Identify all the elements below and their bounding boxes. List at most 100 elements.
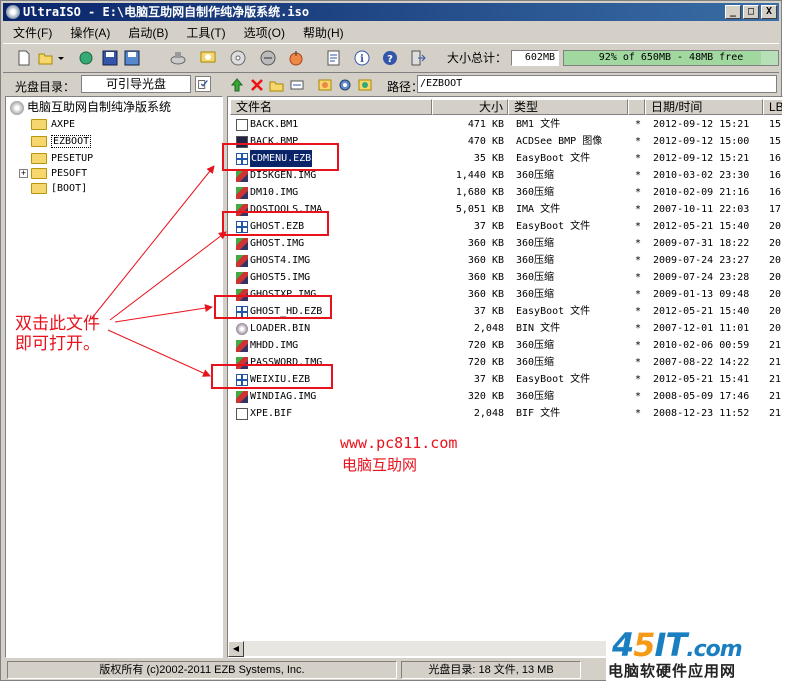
refresh-icon[interactable]	[357, 77, 373, 93]
file-flag: *	[635, 238, 642, 249]
file-name: GHOST.IMG	[250, 238, 305, 249]
watermark-url: www.pc811.com	[340, 434, 458, 452]
file-flag: *	[635, 340, 642, 351]
file-name: WINDIAG.IMG	[250, 391, 317, 402]
tree-item-axpe[interactable]: AXPE	[31, 117, 75, 133]
column-header-name[interactable]: 文件名	[230, 99, 432, 115]
menu-help[interactable]: 帮助(H)	[293, 22, 352, 40]
svg-text:i: i	[360, 54, 364, 65]
close-button[interactable]: X	[761, 5, 777, 19]
scroll-left-icon[interactable]: ◀	[228, 641, 244, 657]
file-row[interactable]: BACK.BM1 471 KB BM1 文件 * 2012-09-12 15:21 15	[230, 116, 782, 133]
file-row[interactable]: MHDD.IMG 720 KB 360压缩 * 2010-02-06 00:59 21	[230, 337, 782, 354]
file-date: 2012-05-21 15:40	[653, 306, 750, 317]
title-bar[interactable]: UltraISO - E:\电脑互助网自制作纯净版系统.iso _ □ X	[3, 3, 779, 21]
cd-icon	[10, 100, 24, 115]
file-date: 2009-01-13 09:48	[653, 289, 750, 300]
column-header-date[interactable]: 日期/时间	[645, 99, 763, 115]
capacity-bar: 92% of 650MB - 48MB free	[563, 50, 779, 66]
file-row[interactable]: WINDIAG.IMG 320 KB 360压缩 * 2008-05-09 17:46 2…	[230, 388, 782, 405]
up-folder-icon[interactable]	[229, 77, 245, 93]
info-icon[interactable]: i	[353, 49, 371, 67]
window-title: UltraISO - E:\电脑互助网自制作纯净版系统.iso	[23, 5, 310, 19]
file-name: GHOST5.IMG	[250, 272, 311, 283]
tree-root[interactable]: 电脑互助网自制纯净版系统	[10, 99, 171, 115]
file-lba: 16	[769, 153, 782, 164]
file-row[interactable]: GHOST.IMG 360 KB 360压缩 * 2009-07-31 18:22 20	[230, 235, 782, 252]
menu-tools[interactable]: 工具(T)	[176, 22, 233, 40]
file-row[interactable]: XPE.BIF 2,048 BIF 文件 * 2008-12-23 11:52 21	[230, 405, 782, 422]
minimize-button[interactable]: _	[725, 5, 741, 19]
tree-item-label: [BOOT]	[51, 183, 88, 194]
img-file-icon	[236, 170, 248, 182]
column-header-size[interactable]: 大小	[432, 99, 508, 115]
maximize-button[interactable]: □	[743, 5, 759, 19]
column-header-type[interactable]: 类型	[508, 99, 628, 115]
compress-icon[interactable]	[287, 49, 305, 67]
file-flag: *	[635, 221, 642, 232]
column-header-flag[interactable]	[628, 99, 645, 115]
settings-icon[interactable]	[337, 77, 353, 93]
file-date: 2012-05-21 15:41	[653, 374, 750, 385]
save-icon[interactable]	[101, 49, 119, 67]
add-files-icon[interactable]	[317, 77, 333, 93]
properties-icon[interactable]	[325, 49, 343, 67]
file-flag: *	[635, 289, 642, 300]
menu-actions[interactable]: 操作(A)	[60, 22, 118, 40]
tree-item-ezboot[interactable]: EZBOOT	[31, 134, 92, 150]
file-flag: *	[635, 170, 642, 181]
highlight-cdmenu	[222, 143, 339, 171]
status-cd-directory: 光盘目录: 18 文件, 13 MB	[401, 661, 581, 679]
menu-bootable[interactable]: 启动(B)	[118, 22, 176, 40]
file-size: 1,680 KB	[455, 187, 504, 198]
file-row[interactable]: GHOST4.IMG 360 KB 360压缩 * 2009-07-24 23:27 20	[230, 252, 782, 269]
file-flag: *	[635, 153, 642, 164]
extract-icon[interactable]	[77, 49, 95, 67]
new-folder-icon[interactable]	[269, 77, 285, 93]
save-as-icon[interactable]	[123, 49, 141, 67]
open-icon[interactable]	[37, 49, 55, 67]
menu-file[interactable]: 文件(F)	[3, 22, 60, 40]
menu-bar: 文件(F) 操作(A) 启动(B) 工具(T) 选项(O) 帮助(H)	[3, 22, 779, 40]
menu-options[interactable]: 选项(O)	[234, 22, 293, 40]
expand-icon[interactable]: +	[19, 169, 28, 178]
open-dropdown-icon[interactable]	[57, 49, 65, 67]
new-icon[interactable]	[15, 49, 33, 67]
path-input[interactable]: /EZBOOT	[417, 75, 777, 93]
file-date: 2010-02-06 00:59	[653, 340, 750, 351]
bootable-check-icon[interactable]	[195, 76, 211, 92]
file-date: 2009-07-31 18:22	[653, 238, 750, 249]
file-size: 470 KB	[467, 136, 504, 147]
file-row[interactable]: LOADER.BIN 2,048 BIN 文件 * 2007-12-01 11:01 20	[230, 320, 782, 337]
tree-item-pesoft[interactable]: PESOFT	[31, 166, 87, 182]
column-header-lba[interactable]: LB	[763, 99, 782, 115]
img-file-icon	[236, 340, 248, 352]
exit-icon[interactable]	[409, 49, 427, 67]
file-type: 360压缩	[516, 391, 555, 402]
burn-icon[interactable]	[169, 49, 187, 67]
delete-icon[interactable]	[249, 77, 265, 93]
file-row[interactable]: DM10.IMG 1,680 KB 360压缩 * 2010-02-09 21:16 16	[230, 184, 782, 201]
convert-icon[interactable]	[259, 49, 277, 67]
rename-icon[interactable]	[289, 77, 305, 93]
tree-item-pesetup[interactable]: PESETUP	[31, 151, 93, 167]
file-lba: 16	[769, 187, 782, 198]
help-icon[interactable]: ?	[381, 49, 399, 67]
file-name: GHOST4.IMG	[250, 255, 311, 266]
img-file-icon	[236, 238, 248, 250]
bootable-cd-field[interactable]: 可引导光盘	[81, 75, 191, 93]
file-date: 2009-07-24 23:28	[653, 272, 750, 283]
tree-item-boot[interactable]: [BOOT]	[31, 181, 87, 197]
file-lba: 20	[769, 272, 782, 283]
file-lba: 17	[769, 204, 782, 215]
make-cd-image-icon[interactable]	[229, 49, 247, 67]
file-flag: *	[635, 204, 642, 215]
file-size: 360 KB	[467, 272, 504, 283]
tree-item-label: EZBOOT	[51, 135, 92, 148]
file-date: 2012-05-21 15:40	[653, 221, 750, 232]
file-row[interactable]: GHOST5.IMG 360 KB 360压缩 * 2009-07-24 23:28 20	[230, 269, 782, 286]
file-size: 37 KB	[473, 306, 504, 317]
img-file-icon	[236, 187, 248, 199]
file-size: 37 KB	[473, 221, 504, 232]
mount-icon[interactable]	[199, 49, 217, 67]
